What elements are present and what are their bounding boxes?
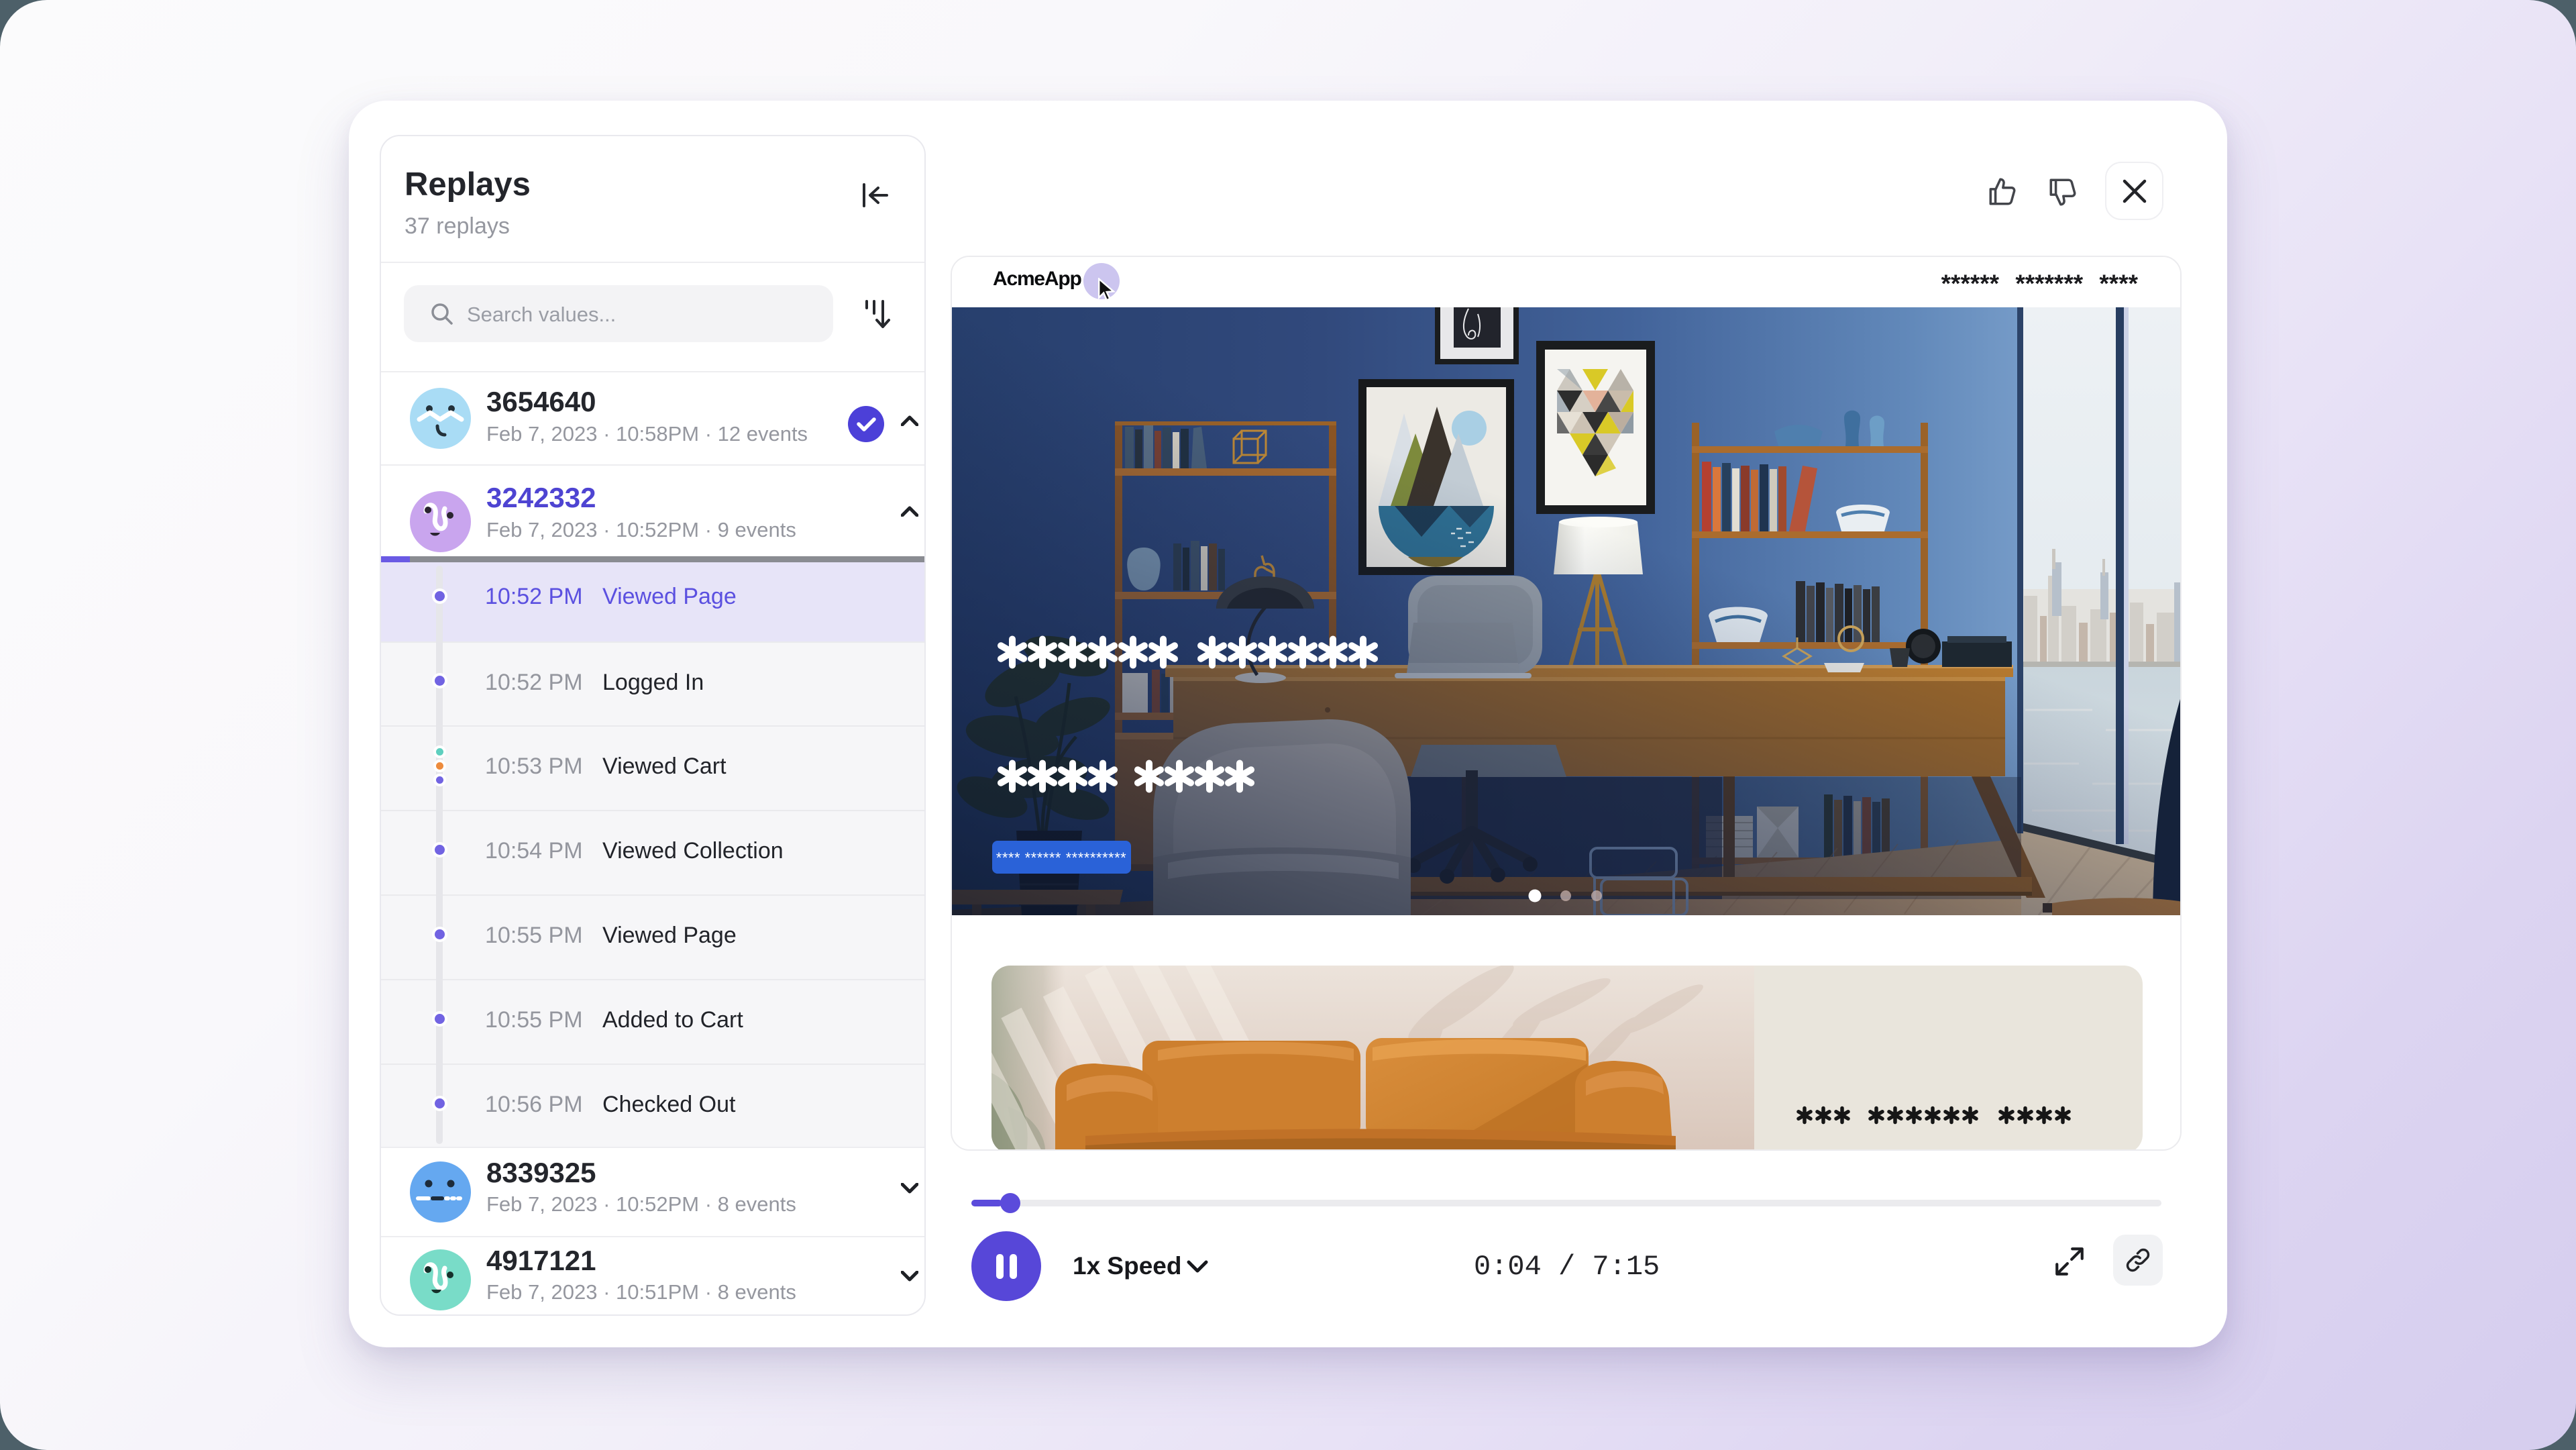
- svg-text:**** ****** **********: **** ****** **********: [996, 849, 1126, 866]
